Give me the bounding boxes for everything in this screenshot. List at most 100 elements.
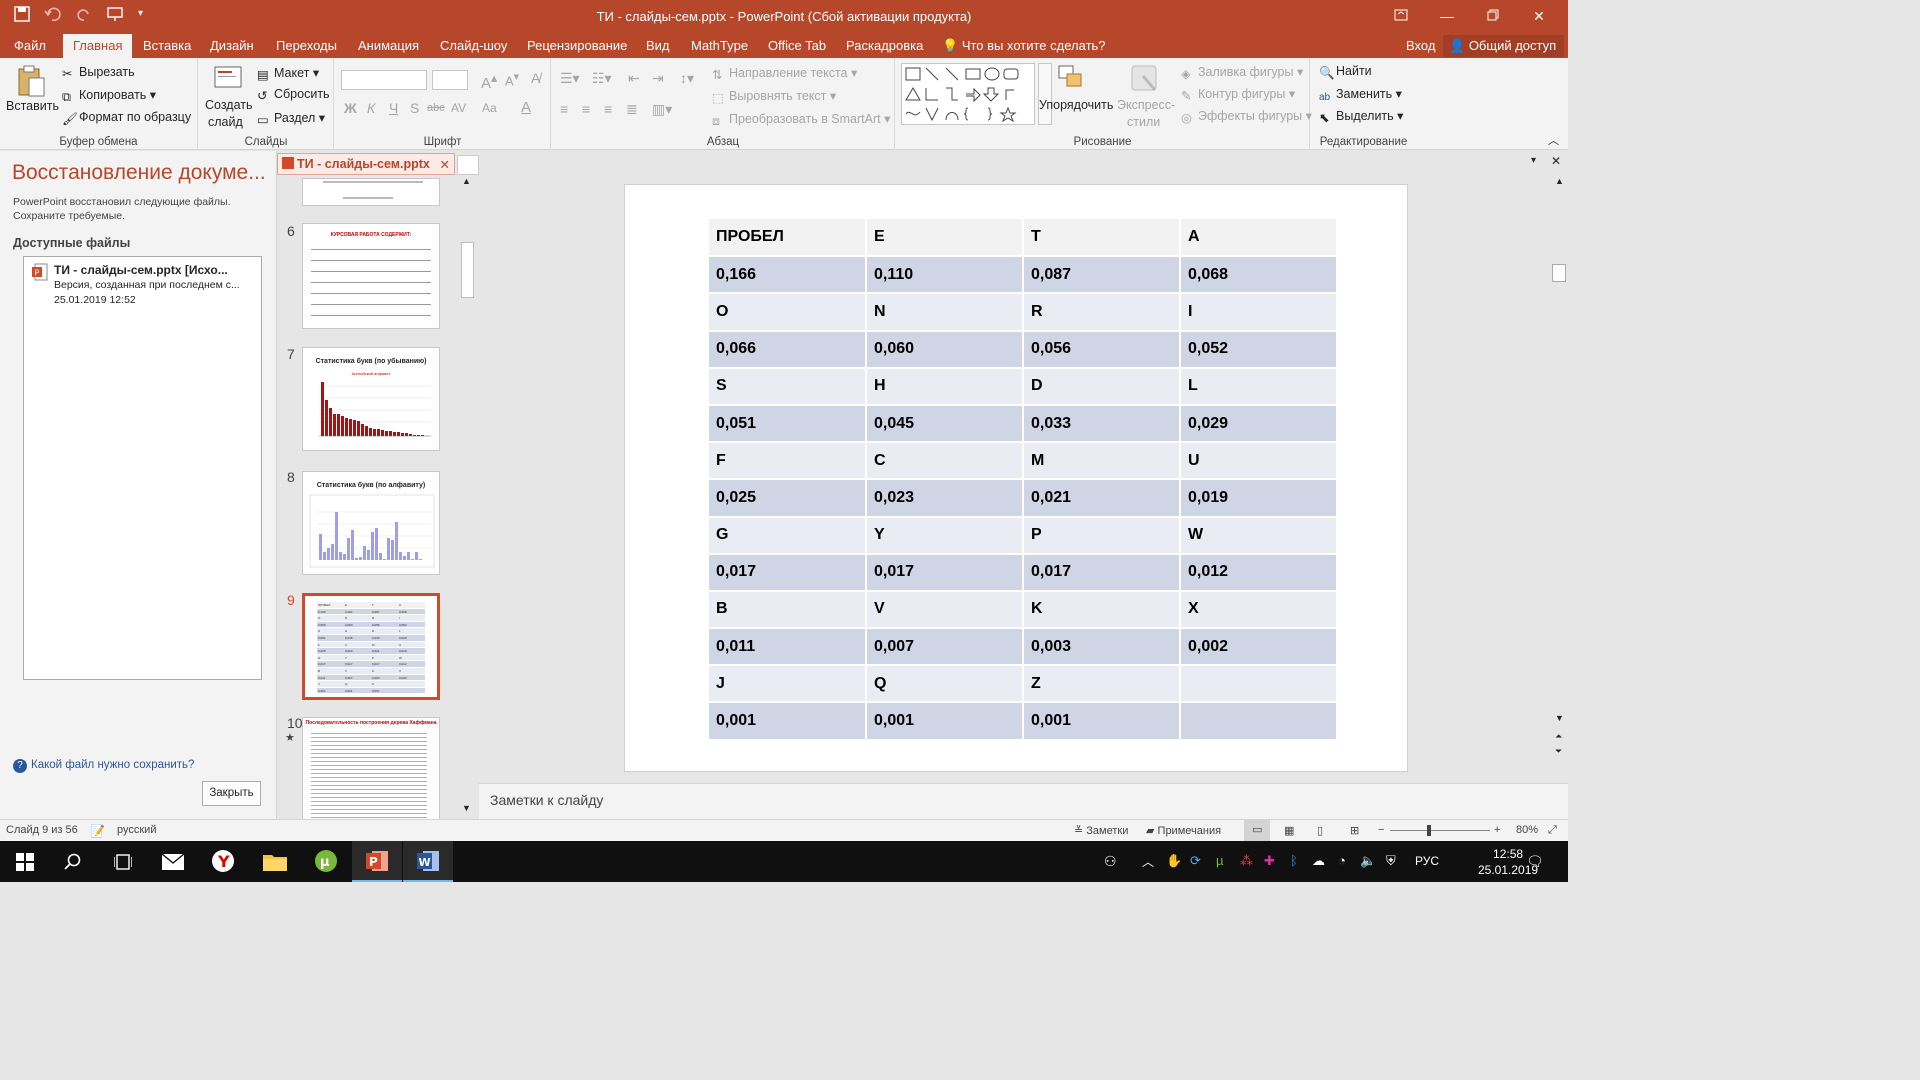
zoom-slider-thumb[interactable] — [1427, 825, 1431, 836]
close-icon[interactable]: ✕ — [1516, 4, 1562, 28]
document-tab[interactable]: ТИ - слайды-сем.pptx ✕ — [277, 153, 455, 175]
word-taskbar-button[interactable]: W — [403, 841, 453, 882]
help-link[interactable]: ? Какой файл нужно сохранить? — [13, 759, 194, 773]
tell-me-box[interactable]: 💡 Что вы хотите сделать? — [942, 38, 1106, 54]
arrange-button[interactable]: Упорядочить — [1039, 62, 1113, 134]
tab-officetab[interactable]: Office Tab — [768, 38, 826, 53]
table-cell[interactable]: Y — [866, 516, 1024, 555]
search-button[interactable] — [48, 841, 98, 882]
table-cell[interactable]: D — [1023, 367, 1181, 406]
increase-indent-icon[interactable]: ⇥ — [652, 70, 664, 87]
justify-icon[interactable]: ≣ — [626, 101, 638, 118]
people-icon[interactable]: ⚇ — [1104, 853, 1117, 870]
decrease-indent-icon[interactable]: ⇤ — [628, 70, 640, 87]
table-cell[interactable]: E — [866, 219, 1024, 258]
new-tab-area[interactable] — [457, 155, 479, 175]
language-indicator[interactable]: русский — [117, 824, 156, 836]
yandex-browser-button[interactable]: Y — [198, 841, 248, 882]
close-tab-icon[interactable]: ✕ — [440, 157, 450, 172]
table-cell[interactable] — [1180, 702, 1338, 741]
underline-button[interactable]: Ч — [389, 100, 398, 116]
paste-button[interactable]: Вставить — [6, 64, 59, 128]
quick-styles-button[interactable]: Экспресс- стили — [1117, 62, 1175, 134]
copy-button[interactable]: ⧉ Копировать ▾ — [62, 87, 156, 104]
table-cell[interactable]: Q — [866, 665, 1024, 704]
font-size-input[interactable] — [432, 70, 468, 90]
tray-app-icon[interactable]: ✋ — [1166, 853, 1182, 869]
start-button[interactable] — [0, 841, 50, 882]
next-slide-icon[interactable]: ⏷ — [1555, 746, 1562, 757]
table-cell[interactable]: J — [709, 665, 867, 704]
italic-button[interactable]: К — [367, 100, 375, 116]
table-cell[interactable]: 0,019 — [1180, 479, 1338, 518]
tray-app2-icon[interactable]: ✚ — [1264, 853, 1275, 869]
table-cell[interactable]: I — [1180, 293, 1338, 332]
bullets-icon[interactable]: ☰▾ — [560, 70, 580, 87]
table-cell[interactable]: 0,052 — [1180, 330, 1338, 369]
bluetooth-icon[interactable]: ᛒ — [1290, 853, 1298, 868]
zoom-out-icon[interactable]: − — [1378, 824, 1384, 836]
shadow-button[interactable]: S — [410, 100, 419, 116]
table-cell[interactable]: M — [1023, 442, 1181, 481]
tab-insert[interactable]: Вставка — [143, 38, 191, 53]
layout-button[interactable]: ▤ Макет ▾ — [257, 65, 319, 82]
tab-home[interactable]: Главная — [63, 34, 133, 58]
table-cell[interactable]: V — [866, 590, 1024, 630]
table-cell[interactable]: X — [1180, 590, 1338, 630]
scroll-up-icon[interactable]: ▲ — [1555, 176, 1564, 186]
bold-button[interactable]: Ж — [344, 100, 357, 116]
smartart-button[interactable]: ⧈ Преобразовать в SmartArt ▾ — [712, 111, 890, 128]
show-hidden-icons[interactable]: ︿ — [1142, 853, 1154, 870]
letter-frequency-table[interactable]: ПРОБЕЛ E T A 0,166 0,110 0,087 0,068 O N R I 0,066 0,… — [709, 219, 1338, 741]
line-spacing-icon[interactable]: ↕▾ — [680, 70, 694, 87]
scroll-down-icon[interactable]: ▼ — [462, 803, 471, 813]
table-cell[interactable]: 0,033 — [1023, 404, 1181, 444]
table-cell[interactable]: 0,025 — [709, 479, 867, 518]
onedrive-icon[interactable]: ☁ — [1312, 853, 1325, 869]
select-button[interactable]: ⬉ Выделить ▾ — [1319, 108, 1403, 125]
tab-design[interactable]: Дизайн — [210, 38, 254, 53]
editor-scrollbar[interactable]: ▲ ▼ ⏶ ⏷ — [1551, 176, 1568, 766]
notes-toggle[interactable]: ≚ Заметки — [1074, 824, 1128, 837]
notes-pane[interactable]: Заметки к слайду — [479, 783, 1568, 819]
reading-view-icon[interactable]: ▯ — [1317, 824, 1323, 837]
table-cell[interactable]: K — [1023, 590, 1181, 630]
shape-outline-button[interactable]: ✎ Контур фигуры ▾ — [1181, 86, 1295, 103]
table-cell[interactable]: 0,060 — [866, 330, 1024, 369]
numbering-icon[interactable]: ☷▾ — [592, 70, 612, 87]
zoom-in-icon[interactable]: + — [1494, 824, 1500, 836]
table-cell[interactable]: 0,017 — [1023, 553, 1181, 592]
table-cell[interactable]: C — [866, 442, 1024, 481]
powerpoint-taskbar-button[interactable]: P — [352, 841, 402, 882]
table-cell[interactable]: 0,001 — [709, 702, 867, 741]
ribbon-display-icon[interactable] — [1378, 4, 1424, 28]
scroll-thumb[interactable] — [1552, 264, 1566, 282]
collapse-ribbon-icon[interactable]: ︿ — [1548, 132, 1559, 148]
slide-canvas[interactable]: ПРОБЕЛ E T A 0,166 0,110 0,087 0,068 O N R I 0,066 0,… — [624, 184, 1408, 772]
scroll-up-icon[interactable]: ▲ — [462, 176, 471, 186]
table-cell[interactable]: F — [709, 442, 867, 481]
align-right-icon[interactable]: ≡ — [604, 101, 612, 117]
input-language[interactable]: РУС — [1415, 854, 1439, 868]
table-cell[interactable]: B — [709, 590, 867, 630]
table-cell[interactable]: Z — [1023, 665, 1181, 704]
table-cell[interactable]: 0,001 — [866, 702, 1024, 741]
zoom-level[interactable]: 80% — [1516, 824, 1538, 836]
tab-slideshow[interactable]: Слайд-шоу — [440, 38, 507, 53]
table-cell[interactable]: 0,045 — [866, 404, 1024, 444]
table-cell[interactable]: 0,166 — [709, 256, 867, 295]
tab-transitions[interactable]: Переходы — [276, 38, 337, 53]
columns-icon[interactable]: ▥▾ — [652, 101, 672, 118]
sign-in-link[interactable]: Вход — [1406, 38, 1435, 53]
fit-slide-icon[interactable]: ⤢ — [1548, 824, 1557, 837]
table-cell[interactable]: 0,029 — [1180, 404, 1338, 444]
tab-list-dropdown-icon[interactable]: ▾ — [1531, 155, 1536, 166]
char-spacing-button[interactable]: AV — [451, 101, 466, 115]
close-recovery-button[interactable]: Закрыть — [202, 781, 261, 806]
cut-button[interactable]: ✂ Вырезать — [62, 65, 135, 81]
table-cell[interactable]: O — [709, 293, 867, 332]
find-button[interactable]: 🔍Найти — [1319, 64, 1372, 80]
thumbnails-scrollbar[interactable]: ▲ ▼ — [459, 176, 476, 816]
table-cell[interactable]: 0,007 — [866, 628, 1024, 667]
comments-toggle[interactable]: ▰ Примечания — [1146, 824, 1221, 837]
